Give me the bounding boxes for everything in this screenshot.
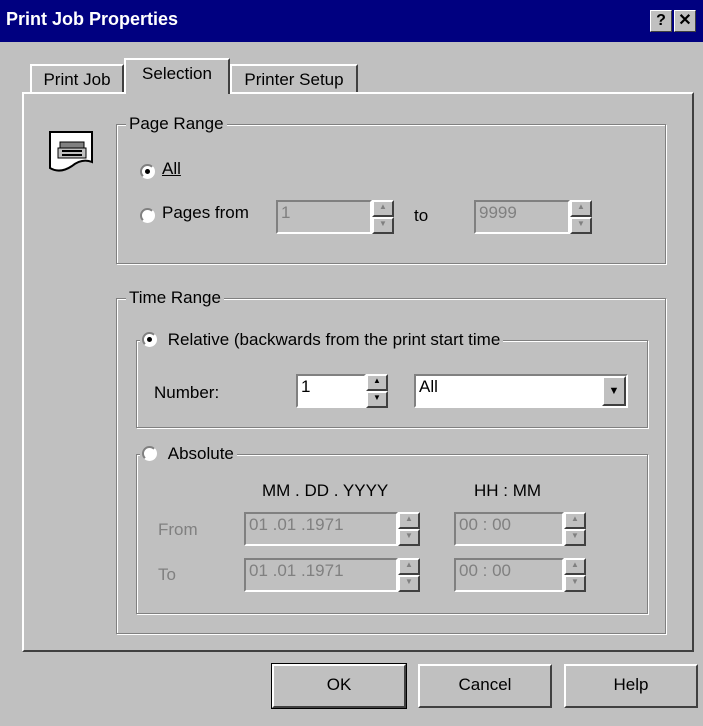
spin-down-icon[interactable]: ▼ <box>372 217 394 234</box>
tab-selection[interactable]: Selection <box>124 58 230 94</box>
from-label: From <box>158 520 198 539</box>
spin-up-icon[interactable]: ▲ <box>398 512 420 529</box>
dropdown-arrow-icon[interactable]: ▼ <box>602 376 626 406</box>
tab-print-job[interactable]: Print Job <box>30 64 124 92</box>
absolute-label[interactable]: Absolute <box>168 444 234 463</box>
tab-printer-setup[interactable]: Printer Setup <box>230 64 358 92</box>
ok-button[interactable]: OK <box>272 664 406 708</box>
to-date-input[interactable]: 01 .01 .1971 <box>244 558 398 592</box>
page-range-legend: Page Range <box>126 114 227 134</box>
to-date-spinner[interactable]: ▲ ▼ <box>398 558 420 592</box>
pages-from-spinner[interactable]: ▲ ▼ <box>372 200 394 234</box>
spin-down-icon[interactable]: ▼ <box>366 391 388 408</box>
printer-icon <box>46 128 102 176</box>
spin-down-icon[interactable]: ▼ <box>564 575 586 592</box>
spin-down-icon[interactable]: ▼ <box>564 529 586 546</box>
spin-down-icon[interactable]: ▼ <box>398 529 420 546</box>
spin-down-icon[interactable]: ▼ <box>570 217 592 234</box>
number-input[interactable]: 1 <box>296 374 366 408</box>
pages-to-input[interactable]: 9999 <box>474 200 570 234</box>
time-range-legend: Time Range <box>126 288 224 308</box>
number-spinner[interactable]: ▲ ▼ <box>366 374 388 408</box>
unit-dropdown[interactable]: All <box>414 374 628 408</box>
from-time-input[interactable]: 00 : 00 <box>454 512 564 546</box>
to-time-input[interactable]: 00 : 00 <box>454 558 564 592</box>
spin-up-icon[interactable]: ▲ <box>398 558 420 575</box>
unit-dropdown-value: All <box>419 377 438 396</box>
spin-up-icon[interactable]: ▲ <box>366 374 388 391</box>
pages-to-spinner[interactable]: ▲ ▼ <box>570 200 592 234</box>
spin-down-icon[interactable]: ▼ <box>398 575 420 592</box>
spin-up-icon[interactable]: ▲ <box>372 200 394 217</box>
close-button[interactable]: ✕ <box>674 10 696 32</box>
number-label: Number: <box>154 383 220 402</box>
date-format-header: MM . DD . YYYY <box>262 481 389 500</box>
relative-label[interactable]: Relative (backwards from the print start… <box>168 330 501 349</box>
to-label: to <box>414 206 429 225</box>
to-time-label: To <box>158 565 176 584</box>
all-pages-radio[interactable] <box>140 164 155 179</box>
help-button[interactable]: Help <box>564 664 698 708</box>
from-date-input[interactable]: 01 .01 .1971 <box>244 512 398 546</box>
help-title-button[interactable]: ? <box>650 10 672 32</box>
cancel-button[interactable]: Cancel <box>418 664 552 708</box>
time-format-header: HH : MM <box>474 481 542 500</box>
from-date-spinner[interactable]: ▲ ▼ <box>398 512 420 546</box>
spin-up-icon[interactable]: ▲ <box>564 558 586 575</box>
from-time-spinner[interactable]: ▲ ▼ <box>564 512 586 546</box>
all-pages-label[interactable]: All <box>162 159 181 179</box>
window-title: Print Job Properties <box>6 9 179 29</box>
spin-up-icon[interactable]: ▲ <box>564 512 586 529</box>
relative-option[interactable]: Relative (backwards from the print start… <box>140 330 504 350</box>
spin-up-icon[interactable]: ▲ <box>570 200 592 217</box>
pages-from-label[interactable]: Pages from <box>162 203 249 223</box>
to-time-spinner[interactable]: ▲ ▼ <box>564 558 586 592</box>
pages-from-radio[interactable] <box>140 208 155 223</box>
relative-radio[interactable] <box>142 332 157 347</box>
absolute-radio[interactable] <box>142 446 157 461</box>
page-range-group <box>116 124 666 264</box>
absolute-option[interactable]: Absolute <box>140 444 237 464</box>
pages-from-input[interactable]: 1 <box>276 200 372 234</box>
